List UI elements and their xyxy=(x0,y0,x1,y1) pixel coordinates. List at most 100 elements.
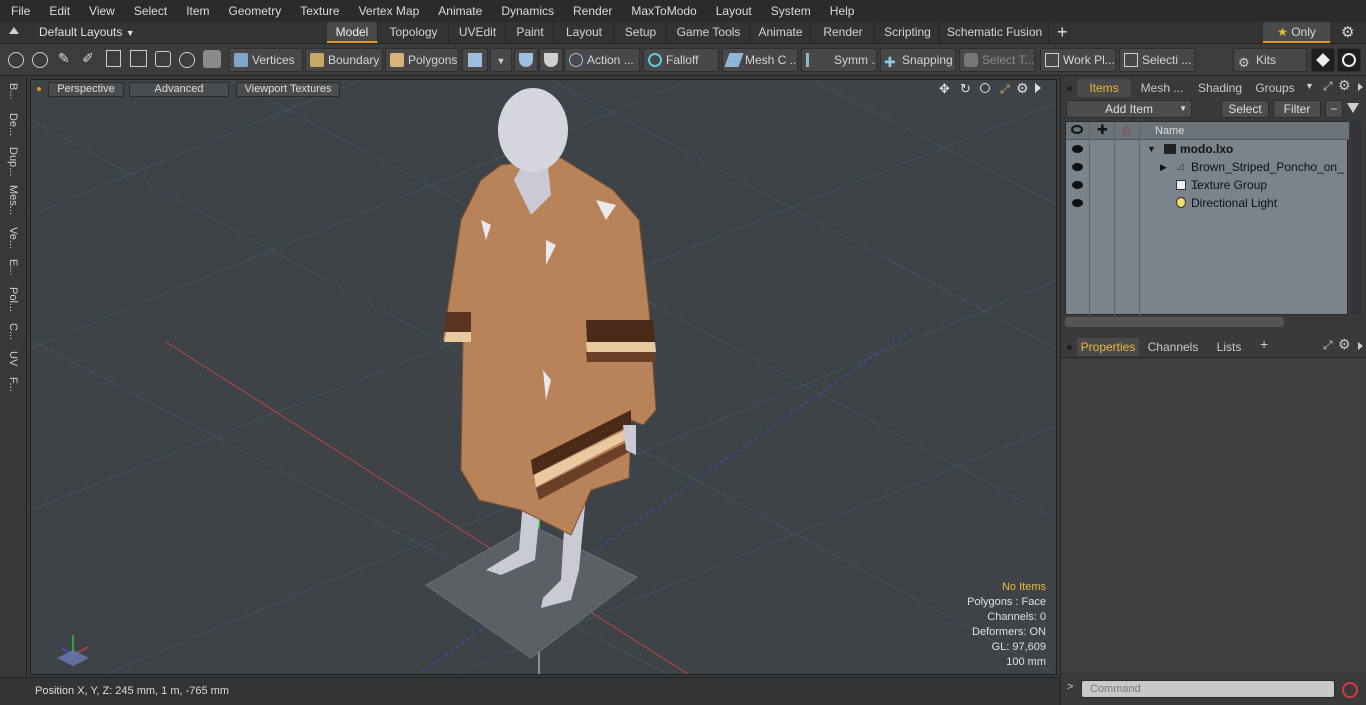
add-props-tab-icon[interactable]: + xyxy=(1260,336,1268,352)
falloff-button[interactable]: Falloff xyxy=(643,48,719,72)
snapping-button[interactable]: ✚ Snapping xyxy=(880,48,956,72)
viewport-arrow-icon[interactable] xyxy=(1035,83,1041,93)
align-icon[interactable] xyxy=(106,50,121,67)
eye-icon[interactable] xyxy=(1072,181,1083,189)
left-tab-6[interactable]: Pol... xyxy=(4,287,22,312)
menu-item[interactable]: Item xyxy=(175,0,217,22)
tab-shading[interactable]: Shading xyxy=(1193,79,1247,97)
mode-dropdown-button[interactable]: ▼ xyxy=(490,48,512,72)
tab-lists[interactable]: Lists xyxy=(1207,338,1251,356)
eye-icon[interactable] xyxy=(1072,145,1083,153)
item-row[interactable]: Directional Light xyxy=(1066,194,1349,212)
viewport-textures-button[interactable]: Viewport Textures xyxy=(236,82,340,97)
menu-help[interactable]: Help xyxy=(819,0,863,22)
tab-scripting[interactable]: Scripting xyxy=(876,22,940,43)
left-tab-7[interactable]: C... xyxy=(4,323,22,340)
lock-pin-icon[interactable]: ✚ xyxy=(1097,122,1108,138)
action-center-button[interactable]: Action ... xyxy=(564,48,640,72)
tab-mesh[interactable]: Mesh ... xyxy=(1133,79,1191,97)
vertices-button[interactable]: Vertices xyxy=(229,48,303,72)
pan-icon[interactable]: ✥ xyxy=(939,81,950,97)
mesh-constraint-button[interactable]: Mesh C ... xyxy=(722,48,798,72)
menu-vertex-map[interactable]: Vertex Map xyxy=(348,0,428,22)
tab-items[interactable]: Items xyxy=(1077,79,1131,97)
select-button[interactable]: Select xyxy=(1221,100,1269,118)
items-vertical-scrollbar[interactable] xyxy=(1351,121,1361,315)
left-tab-0[interactable]: B... xyxy=(4,83,22,100)
tab-properties[interactable]: Properties xyxy=(1077,338,1139,356)
brush-tool-icon[interactable]: ✐ xyxy=(82,50,94,67)
eye-icon[interactable] xyxy=(1072,199,1083,207)
item-row[interactable]: ▶ ⊿ Brown_Striped_Poncho_on_ ... xyxy=(1066,158,1349,192)
menu-geometry[interactable]: Geometry xyxy=(218,0,290,22)
left-tab-8[interactable]: UV xyxy=(4,351,22,366)
add-tab-icon[interactable]: + xyxy=(1057,22,1068,42)
tab-animate[interactable]: Animate xyxy=(751,22,811,43)
work-plane-button[interactable]: Work Pl... xyxy=(1040,48,1116,72)
left-tab-3[interactable]: Mes... xyxy=(4,185,22,215)
expand-triangle-icon[interactable]: ▶ xyxy=(1160,158,1167,176)
unreal-button[interactable] xyxy=(1337,48,1361,72)
menu-animate[interactable]: Animate xyxy=(427,0,490,22)
item-row[interactable]: Texture Group xyxy=(1066,176,1349,194)
visibility-eye-icon[interactable] xyxy=(1071,125,1083,134)
left-tab-2[interactable]: Dup... xyxy=(4,147,22,176)
eye-icon[interactable] xyxy=(1072,163,1083,171)
unity-button[interactable] xyxy=(1311,48,1335,72)
menu-view[interactable]: View xyxy=(78,0,123,22)
item-mode-icon[interactable] xyxy=(203,50,221,68)
material-mode-button[interactable] xyxy=(462,48,488,72)
advanced-button[interactable]: Advanced xyxy=(129,82,229,97)
tab-groups[interactable]: Groups xyxy=(1249,79,1301,97)
menu-file[interactable]: File xyxy=(0,0,38,22)
tab-game-tools[interactable]: Game Tools xyxy=(668,22,750,43)
left-tab-4[interactable]: Ve... xyxy=(4,227,22,249)
3d-viewport[interactable]: Perspective Advanced Viewport Textures ✥… xyxy=(30,79,1057,675)
history-icon[interactable] xyxy=(179,52,195,68)
default-layouts-dropdown[interactable]: Default Layouts ▼ xyxy=(39,22,135,44)
tab-topology[interactable]: Topology xyxy=(379,22,449,43)
props-maximize-icon[interactable]: ⤢ xyxy=(1323,338,1333,353)
item-row[interactable]: ▼ modo.lxo xyxy=(1066,140,1349,158)
symmetry-shield-button[interactable] xyxy=(514,48,538,72)
only-toggle[interactable]: ★ Only xyxy=(1263,22,1330,43)
perspective-button[interactable]: Perspective xyxy=(48,82,124,97)
expand-triangle-icon[interactable]: ▼ xyxy=(1147,140,1156,158)
tab-setup[interactable]: Setup xyxy=(615,22,667,43)
rotate-icon[interactable]: ↻ xyxy=(960,81,971,97)
menu-render[interactable]: Render xyxy=(562,0,620,22)
pen-tool-icon[interactable]: ✎ xyxy=(58,50,70,67)
zoom-icon[interactable] xyxy=(980,83,990,93)
select-mode-circle-icon[interactable] xyxy=(8,52,24,68)
funnel-icon[interactable] xyxy=(1347,103,1359,113)
add-item-button[interactable]: Add Item ▼ xyxy=(1066,100,1192,118)
tab-uvedit[interactable]: UVEdit xyxy=(450,22,506,43)
left-tab-1[interactable]: De... xyxy=(4,113,22,136)
props-gear-icon[interactable]: ⚙ xyxy=(1338,336,1351,353)
kits-button[interactable]: ⚙ Kits xyxy=(1233,48,1307,72)
collapse-button[interactable]: − xyxy=(1325,100,1343,118)
tab-channels[interactable]: Channels xyxy=(1143,338,1203,356)
record-icon[interactable] xyxy=(1342,682,1358,698)
menu-edit[interactable]: Edit xyxy=(38,0,78,22)
gear-icon[interactable]: ⚙ xyxy=(1341,22,1354,43)
viewport-gear-icon[interactable]: ⚙ xyxy=(1016,80,1029,97)
command-input[interactable]: Command xyxy=(1081,680,1335,698)
props-arrow-icon[interactable] xyxy=(1358,342,1363,350)
boundary-button[interactable]: Boundary xyxy=(305,48,383,72)
items-horizontal-scrollbar[interactable] xyxy=(1065,317,1284,327)
layout-collapse-icon[interactable] xyxy=(9,27,19,34)
snap-box-icon[interactable] xyxy=(155,51,171,67)
render-icon[interactable]: △ xyxy=(1122,122,1131,136)
left-tab-9[interactable]: F... xyxy=(4,377,22,392)
filter-button[interactable]: Filter xyxy=(1273,100,1321,118)
panel-gear-icon[interactable]: ⚙ xyxy=(1338,77,1351,94)
menu-dynamics[interactable]: Dynamics xyxy=(490,0,562,22)
center-icon[interactable] xyxy=(130,50,147,67)
menu-system[interactable]: System xyxy=(760,0,819,22)
menu-layout[interactable]: Layout xyxy=(705,0,760,22)
menu-texture[interactable]: Texture xyxy=(289,0,347,22)
selection-sets-button[interactable]: Selecti ... xyxy=(1119,48,1195,72)
maximize-icon[interactable]: ⤢ xyxy=(1000,82,1010,97)
left-tab-5[interactable]: E... xyxy=(4,259,22,276)
